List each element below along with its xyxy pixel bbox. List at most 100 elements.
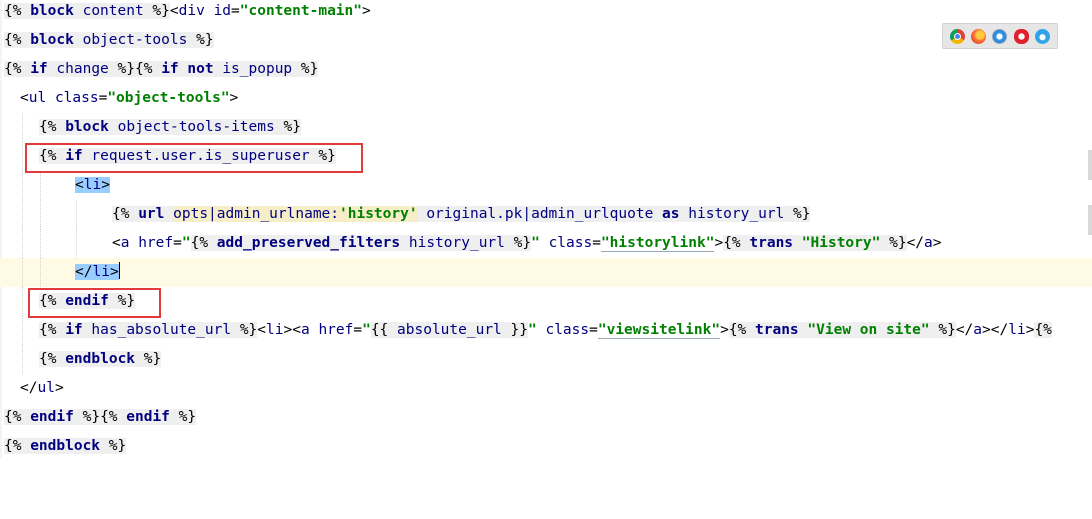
code-line-11[interactable]: {% endif %} bbox=[0, 287, 1092, 316]
code-token bbox=[73, 32, 83, 48]
code-token: add_preserved_filters bbox=[216, 235, 401, 251]
code-token: object-tools bbox=[82, 32, 188, 48]
code-token: div bbox=[178, 3, 205, 19]
code-line-9[interactable]: <a href="{% add_preserved_filters histor… bbox=[0, 229, 1092, 258]
indent-guide bbox=[22, 171, 23, 200]
indent-guide bbox=[22, 258, 23, 287]
indent-guide bbox=[40, 171, 41, 200]
scrollbar-marker[interactable] bbox=[1088, 205, 1092, 235]
code-line-4[interactable]: <ul class="object-tools"> bbox=[0, 84, 1092, 113]
code-token: absolute_url bbox=[397, 322, 502, 338]
code-token: class bbox=[54, 90, 99, 106]
chrome-icon[interactable] bbox=[950, 28, 966, 44]
code-token: {% bbox=[728, 322, 756, 338]
code-token: {% bbox=[4, 3, 31, 19]
code-token: ul bbox=[28, 90, 47, 106]
code-token: a bbox=[300, 322, 310, 338]
code-token bbox=[164, 206, 174, 222]
code-token: block bbox=[30, 3, 74, 19]
code-token: if bbox=[65, 322, 83, 338]
scrollbar-marker[interactable] bbox=[1088, 150, 1092, 180]
code-token bbox=[679, 206, 689, 222]
code-token: </ bbox=[955, 322, 974, 338]
code-token: block bbox=[65, 119, 109, 135]
code-line-1[interactable]: {% block content %}<div id="content-main… bbox=[0, 0, 1092, 26]
indent-guide bbox=[22, 229, 23, 258]
code-content: {% block object-tools %} bbox=[4, 26, 214, 55]
code-token: %} bbox=[135, 351, 162, 367]
code-content: <a href="{% add_preserved_filters histor… bbox=[112, 229, 942, 258]
code-token: {% bbox=[4, 61, 31, 77]
code-token: 'history' bbox=[339, 206, 418, 222]
code-token: < bbox=[169, 3, 179, 19]
code-token: if bbox=[30, 61, 48, 77]
code-token bbox=[73, 3, 83, 19]
code-token: object-tools-items bbox=[117, 119, 275, 135]
code-token: if not bbox=[161, 61, 214, 77]
code-token: id bbox=[213, 3, 232, 19]
code-token: {% bbox=[1034, 322, 1052, 338]
indent-guide bbox=[22, 142, 23, 171]
code-line-8[interactable]: {% url opts|admin_urlname:'history' orig… bbox=[0, 200, 1092, 229]
safari-icon[interactable] bbox=[992, 28, 1008, 44]
code-token: </ bbox=[75, 264, 93, 280]
code-token: li bbox=[266, 322, 284, 338]
code-token: ul bbox=[37, 380, 55, 396]
code-token: is_popup bbox=[222, 61, 293, 77]
code-line-12[interactable]: {% if has_absolute_url %}<li><a href="{{… bbox=[0, 316, 1092, 345]
code-line-10[interactable]: </li> bbox=[0, 258, 1092, 287]
code-token: %} bbox=[784, 206, 811, 222]
indent-guide bbox=[22, 113, 23, 142]
code-token: > bbox=[362, 3, 371, 19]
indent-guide bbox=[76, 200, 77, 229]
code-line-7[interactable]: <li> bbox=[0, 171, 1092, 200]
code-line-16[interactable]: {% endblock %} bbox=[0, 432, 1092, 461]
code-token: "object-tools" bbox=[107, 90, 230, 106]
indent-guide bbox=[40, 229, 41, 258]
code-token: > bbox=[229, 90, 239, 106]
code-token: change bbox=[56, 61, 109, 77]
code-token: > bbox=[109, 264, 119, 280]
code-token: %} bbox=[169, 409, 197, 425]
code-line-14[interactable]: </ul> bbox=[0, 374, 1092, 403]
code-token: history_url bbox=[688, 206, 785, 222]
code-token: " bbox=[181, 235, 191, 251]
firefox-icon[interactable] bbox=[971, 28, 987, 44]
code-line-3[interactable]: {% if change %}{% if not is_popup %} bbox=[0, 55, 1092, 84]
code-token: "historylink" bbox=[600, 235, 715, 252]
code-token: endblock bbox=[30, 438, 101, 454]
code-token: "content-main" bbox=[239, 3, 362, 19]
code-content: {% block object-tools-items %} bbox=[39, 113, 301, 142]
code-line-15[interactable]: {% endif %}{% endif %} bbox=[0, 403, 1092, 432]
code-content: </li> bbox=[75, 258, 120, 287]
code-token: block bbox=[30, 32, 74, 48]
code-token: %} bbox=[292, 61, 319, 77]
code-content: {% endif %}{% endif %} bbox=[4, 403, 197, 432]
code-token: {% bbox=[723, 235, 750, 251]
code-token: %} bbox=[187, 32, 214, 48]
code-token: class bbox=[548, 235, 593, 251]
code-token: = bbox=[173, 235, 182, 251]
code-token: > bbox=[101, 177, 110, 193]
code-line-2[interactable]: {% block object-tools %} bbox=[0, 26, 1092, 55]
code-line-5[interactable]: {% block object-tools-items %} bbox=[0, 113, 1092, 142]
ie-icon[interactable] bbox=[1034, 28, 1050, 44]
code-token: trans bbox=[755, 322, 799, 338]
opera-icon[interactable] bbox=[1013, 28, 1029, 44]
code-editor[interactable]: {% block content %}<div id="content-main… bbox=[0, 0, 1092, 458]
text-caret bbox=[118, 262, 120, 279]
code-token: = bbox=[589, 322, 598, 338]
code-token: %} bbox=[504, 235, 532, 251]
code-token: {% bbox=[100, 409, 127, 425]
code-token: </ bbox=[906, 235, 925, 251]
code-token: > bbox=[720, 322, 729, 338]
indent-guide bbox=[40, 258, 41, 287]
code-token: > bbox=[932, 235, 942, 251]
code-token: " bbox=[528, 322, 537, 338]
code-token: opts|admin_urlname: bbox=[173, 206, 340, 222]
code-token: li bbox=[92, 264, 110, 280]
code-token bbox=[400, 235, 409, 251]
code-token: = bbox=[353, 322, 363, 338]
code-line-13[interactable]: {% endblock %} bbox=[0, 345, 1092, 374]
